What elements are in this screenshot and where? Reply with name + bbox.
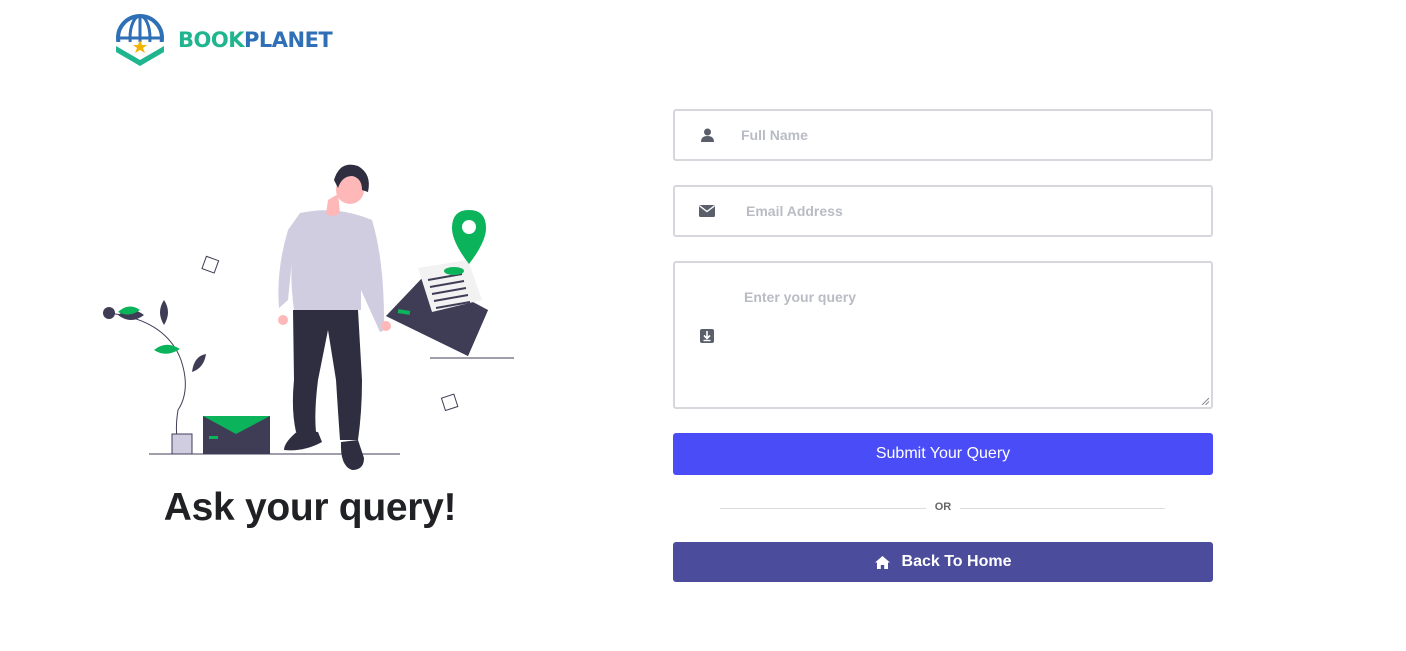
email-input[interactable] (746, 201, 1186, 221)
resize-grip-icon[interactable] (1201, 397, 1209, 405)
back-to-home-button[interactable]: Back To Home (673, 542, 1213, 582)
envelope-icon (699, 203, 715, 219)
contact-illustration (103, 164, 514, 470)
home-icon (874, 555, 890, 569)
submit-query-button[interactable]: Submit Your Query (673, 433, 1213, 475)
divider-line-left (720, 508, 926, 509)
back-to-home-label: Back To Home (901, 553, 1012, 570)
divider-line-right (960, 508, 1165, 509)
query-textarea[interactable] (744, 289, 1204, 399)
brand-name-part1: BOOK (178, 28, 244, 52)
user-icon (699, 127, 715, 143)
email-field (673, 185, 1213, 237)
page-heading: Ask your query! (163, 486, 457, 529)
or-label: OR (934, 501, 952, 513)
or-divider: OR (720, 501, 1165, 515)
download-icon (699, 328, 715, 344)
full-name-field (673, 109, 1213, 161)
full-name-input[interactable] (741, 125, 1181, 145)
query-field (673, 261, 1213, 409)
brand-logo[interactable]: BOOKPLANET (112, 14, 333, 66)
brand-name-part2: PLANET (243, 28, 333, 52)
globe-book-logo-icon (112, 14, 170, 66)
